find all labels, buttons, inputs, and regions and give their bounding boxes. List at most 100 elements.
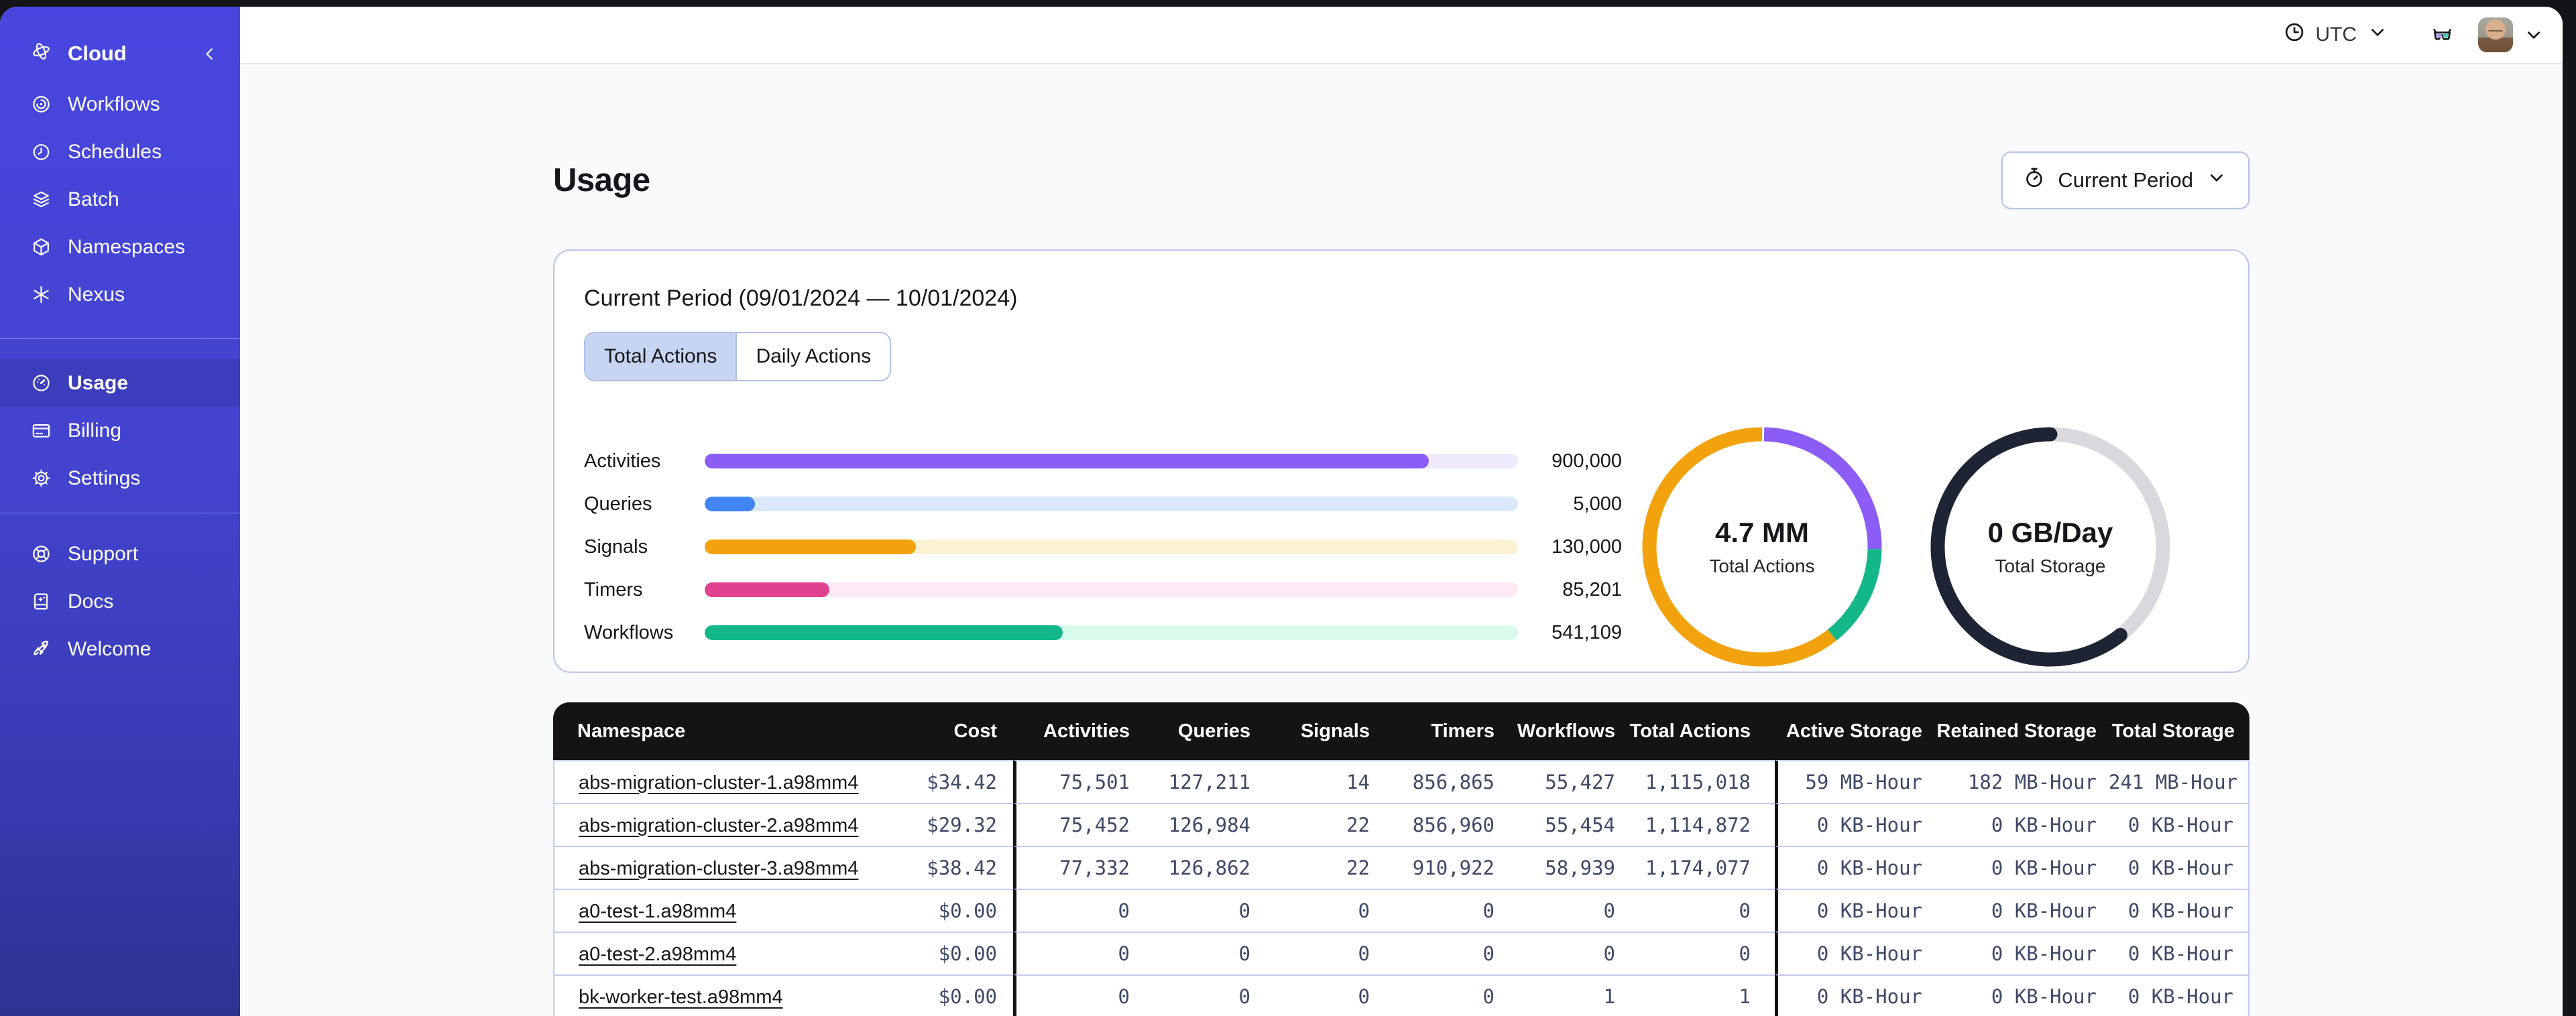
sidebar-item-docs[interactable]: Docs (0, 578, 240, 625)
timers-cell: 856,865 (1382, 760, 1499, 803)
timezone-label: UTC (2315, 23, 2357, 46)
column-header-retained-storage: Retained Storage (1934, 702, 2109, 760)
namespace-cell: abs-migration-cluster-2.a98mm4 (553, 803, 868, 846)
namespace-link[interactable]: a0-test-1.a98mm4 (579, 901, 736, 922)
usage-summary-card: Current Period (09/01/2024 — 10/01/2024)… (553, 249, 2249, 673)
welcome-icon (31, 639, 52, 659)
bar-row-signals: Signals 130,000 (584, 525, 1622, 568)
sidebar-item-billing[interactable]: Billing (0, 407, 240, 454)
bar-label: Timers (584, 578, 643, 600)
namespace-cell: a0-test-2.a98mm4 (553, 932, 868, 974)
donut-total-storage: 0 GB/Day Total Storage (1926, 423, 2174, 671)
sidebar-divider (0, 338, 240, 339)
period-button-label: Current Period (2058, 168, 2193, 192)
cost-cell: $0.00 (868, 889, 1013, 932)
desktop-background: Cloud Workflows Schedules Batch Namespaces N… (0, 0, 2576, 1016)
queries-cell: 0 (1134, 974, 1254, 1016)
sidebar-item-batch[interactable]: Batch (0, 176, 240, 223)
bar-row-workflows: Workflows 541,109 (584, 611, 1622, 654)
tab-total-actions[interactable]: Total Actions (585, 333, 736, 380)
bar-value: 900,000 (1552, 450, 1622, 472)
table-row: abs-migration-cluster-2.a98mm4 $29.32 75,4… (553, 803, 2249, 846)
glasses-icon[interactable] (2432, 25, 2453, 46)
sidebar-item-welcome[interactable]: Welcome (0, 625, 240, 673)
timers-cell: 0 (1382, 889, 1499, 932)
queries-cell: 127,211 (1134, 760, 1254, 803)
total-storage-cell: 0 KB-Hour (2109, 932, 2249, 974)
docs-icon (31, 591, 52, 612)
period-selector-button[interactable]: Current Period (2001, 151, 2249, 209)
cost-cell: $29.32 (868, 803, 1013, 846)
bar-label: Workflows (584, 621, 674, 643)
sidebar-item-label: Settings (68, 466, 141, 489)
temporal-logo-icon (31, 41, 52, 67)
sidebar-item-workflows[interactable]: Workflows (0, 80, 240, 128)
activities-cell: 0 (1013, 889, 1134, 932)
avatar[interactable] (2478, 17, 2513, 52)
retained-storage-cell: 0 KB-Hour (1934, 846, 2109, 889)
total-actions-cell: 1,115,018 (1619, 760, 1775, 803)
account-menu-chevron-icon[interactable] (2522, 23, 2545, 46)
collapse-sidebar-icon[interactable] (199, 44, 220, 64)
activities-cell: 77,332 (1013, 846, 1134, 889)
signals-cell: 0 (1254, 932, 1382, 974)
activities-cell: 75,501 (1013, 760, 1134, 803)
total-actions-cell: 1,114,872 (1619, 803, 1775, 846)
workflows-cell: 1 (1499, 974, 1619, 1016)
sidebar-item-label: Batch (68, 188, 119, 210)
sidebar-item-nexus[interactable]: Nexus (0, 271, 240, 318)
cost-cell: $0.00 (868, 974, 1013, 1016)
bar-value: 85,201 (1562, 578, 1622, 600)
billing-icon (31, 420, 52, 441)
column-header-signals: Signals (1254, 702, 1382, 760)
workflows-icon (31, 94, 52, 115)
queries-cell: 126,862 (1134, 846, 1254, 889)
usage-icon (31, 373, 52, 393)
active-storage-cell: 0 KB-Hour (1775, 846, 1934, 889)
settings-icon (31, 468, 52, 489)
sidebar-item-usage[interactable]: Usage (0, 359, 240, 407)
sidebar-item-settings[interactable]: Settings (0, 454, 240, 502)
sidebar-item-schedules[interactable]: Schedules (0, 128, 240, 176)
table-row: bk-worker-test.a98mm4 $0.00 0 0 0 0 1 1 0 KB-Hou… (553, 974, 2249, 1016)
table-row: a0-test-1.a98mm4 $0.00 0 0 0 0 0 0 0 KB-Hour 0 KB… (553, 889, 2249, 932)
stopwatch-icon (2023, 166, 2046, 194)
cost-cell: $34.42 (868, 760, 1013, 803)
total-actions-cell: 1 (1619, 974, 1775, 1016)
chevron-down-icon (2366, 21, 2389, 49)
queries-cell: 126,984 (1134, 803, 1254, 846)
signals-cell: 0 (1254, 889, 1382, 932)
sidebar-item-namespaces[interactable]: Namespaces (0, 223, 240, 271)
namespace-link[interactable]: a0-test-2.a98mm4 (579, 944, 736, 965)
sidebar-item-support[interactable]: Support (0, 530, 240, 578)
namespace-link[interactable]: abs-migration-cluster-3.a98mm4 (579, 858, 858, 879)
namespace-link[interactable]: abs-migration-cluster-2.a98mm4 (579, 815, 858, 836)
signals-cell: 22 (1254, 803, 1382, 846)
actions-tab-group: Total Actions Daily Actions (584, 332, 892, 381)
usage-charts: Activities 900,000 Queries 5,000 Signals 130,… (584, 423, 2219, 671)
app-window: Cloud Workflows Schedules Batch Namespaces N… (0, 7, 2563, 1016)
support-icon (31, 544, 52, 564)
total-actions-cell: 1,174,077 (1619, 846, 1775, 889)
page-header: Usage Current Period (553, 151, 2249, 209)
active-storage-cell: 0 KB-Hour (1775, 803, 1934, 846)
timers-cell: 910,922 (1382, 846, 1499, 889)
sidebar-brand: Cloud (0, 7, 240, 72)
retained-storage-cell: 0 KB-Hour (1934, 974, 2109, 1016)
retained-storage-cell: 0 KB-Hour (1934, 803, 2109, 846)
tab-daily-actions[interactable]: Daily Actions (736, 333, 890, 380)
sidebar-account-nav: Usage Billing Settings (0, 359, 240, 502)
namespace-link[interactable]: bk-worker-test.a98mm4 (579, 987, 783, 1008)
bar-fill (705, 539, 917, 554)
total-storage-cell: 0 KB-Hour (2109, 974, 2249, 1016)
donut-value: 4.7 MM (1714, 517, 1810, 548)
donut-label: Total Storage (1995, 556, 2106, 576)
namespace-link[interactable]: abs-migration-cluster-1.a98mm4 (579, 772, 858, 793)
table-header-row: Namespace Cost Activities Queries Signals Tim… (553, 702, 2249, 760)
chevron-down-icon (2205, 166, 2228, 194)
bar-row-queries: Queries 5,000 (584, 483, 1622, 525)
retained-storage-cell: 0 KB-Hour (1934, 889, 2109, 932)
timezone-selector[interactable]: UTC (2283, 21, 2389, 49)
bar-fill (705, 497, 756, 511)
total-storage-cell: 0 KB-Hour (2109, 846, 2249, 889)
